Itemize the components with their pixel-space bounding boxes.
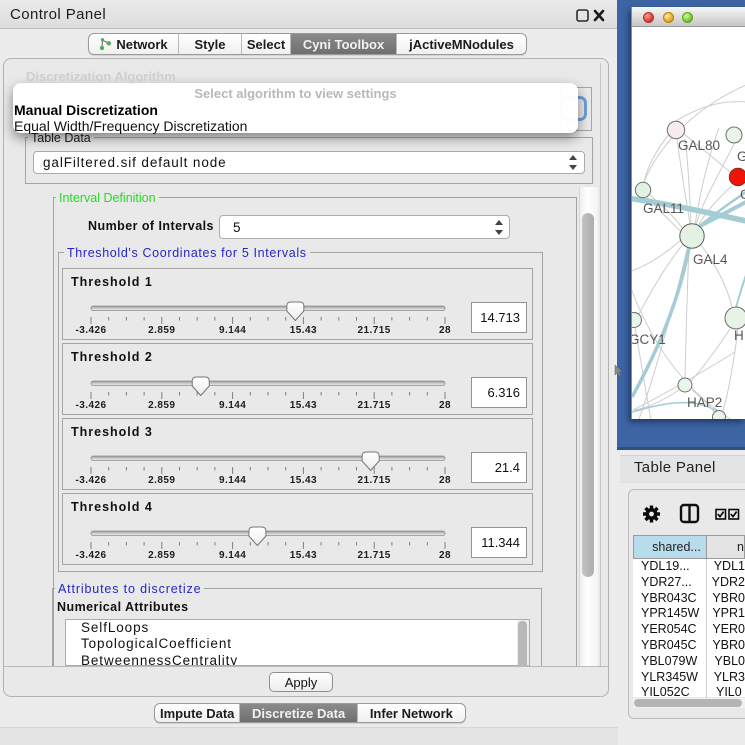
svg-text:GCY1: GCY1 — [632, 332, 666, 347]
svg-text:GAL4: GAL4 — [693, 252, 728, 267]
svg-text:GAL80: GAL80 — [678, 138, 720, 153]
svg-text:HAP2: HAP2 — [687, 395, 722, 410]
svg-text:GAL11: GAL11 — [643, 201, 684, 216]
svg-text:G.: G. — [737, 149, 745, 164]
svg-text:C: C — [740, 187, 745, 202]
svg-text:H: H — [734, 328, 744, 343]
